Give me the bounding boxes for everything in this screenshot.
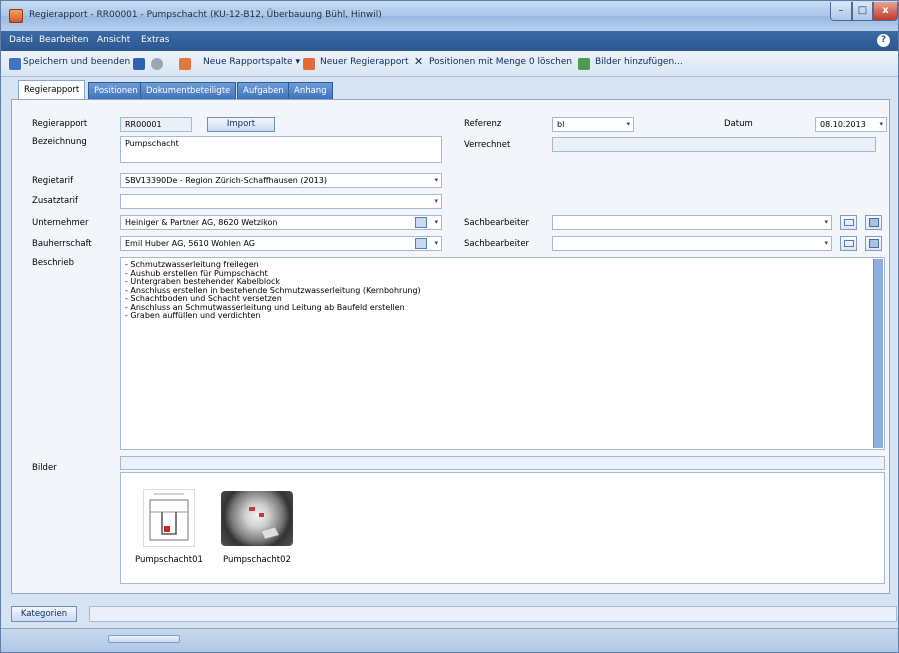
kategorien-field[interactable]	[89, 606, 897, 622]
menu-datei[interactable]: Datei	[9, 35, 33, 45]
save-icon[interactable]	[133, 58, 145, 70]
bauherrschaft-value: Emil Huber AG, 5610 Wohlen AG	[125, 239, 255, 248]
tab-positionen[interactable]: Positionen	[88, 82, 144, 99]
phone-button[interactable]	[865, 215, 882, 230]
pumpschacht01-thumbnail[interactable]	[143, 489, 195, 547]
address-book-icon[interactable]	[415, 238, 427, 249]
delete-zero-button[interactable]: Positionen mit Menge 0 löschen	[429, 57, 572, 67]
unternehmer-value: Heiniger & Partner AG, 8620 Wetzikon	[125, 218, 278, 227]
tab-dokumentbeteiligte[interactable]: Dokumentbeteiligte	[140, 82, 237, 99]
save-close-button[interactable]: Speichern und beenden	[23, 57, 130, 67]
minimize-button[interactable]: –	[830, 2, 852, 21]
chevron-down-icon[interactable]: ▾	[824, 216, 828, 229]
images-panel: Pumpschacht01 Pumpschacht02	[120, 472, 885, 584]
referenz-value: bl	[557, 120, 565, 129]
chevron-down-icon[interactable]: ▾	[434, 195, 438, 208]
beschrieb-line: - Graben auffüllen und verdichten	[125, 311, 261, 320]
chevron-down-icon[interactable]: ▾	[434, 237, 438, 250]
unternehmer-label: Unternehmer	[32, 218, 89, 228]
regierapport-panel: Regierapport RR00001 Import Referenz bl ▾…	[11, 99, 890, 594]
regietarif-select[interactable]: SBV13390De - Region Zürich-Schaffhausen …	[120, 173, 442, 188]
images-header	[120, 456, 885, 470]
bezeichnung-label: Bezeichnung	[32, 137, 87, 147]
phone-icon	[869, 218, 879, 227]
window-title: Regierapport - RR00001 - Pumpschacht (KU…	[29, 10, 382, 20]
add-images-button[interactable]: Bilder hinzufügen...	[595, 57, 683, 67]
regietarif-label: Regietarif	[32, 176, 74, 186]
tab-anhang[interactable]: Anhang	[288, 82, 333, 99]
datum-label: Datum	[724, 119, 753, 129]
new-report-button[interactable]: Neuer Regierapport	[320, 57, 409, 67]
datum-value: 08.10.2013	[820, 120, 866, 129]
application-window: Regierapport - RR00001 - Pumpschacht (KU…	[0, 0, 899, 653]
calendar-dropdown-icon[interactable]: ▾	[879, 118, 883, 131]
categories-bar: Kategorien	[1, 604, 898, 624]
menu-bearbeiten[interactable]: Bearbeiten	[39, 35, 88, 45]
horizontal-scrollbar-thumb[interactable]	[108, 635, 180, 643]
referenz-select[interactable]: bl ▾	[552, 117, 634, 132]
regietarif-value: SBV13390De - Region Zürich-Schaffhausen …	[125, 176, 327, 185]
zusatztarif-label: Zusatztarif	[32, 196, 79, 206]
image-caption-1: Pumpschacht01	[135, 555, 203, 565]
tab-bar: Regierapport Positionen Dokumentbeteilig…	[1, 77, 898, 99]
beschrieb-textarea[interactable]: - Schmutzwasserleitung freilegen - Aushu…	[120, 257, 885, 450]
title-bar[interactable]: Regierapport - RR00001 - Pumpschacht (KU…	[1, 1, 898, 31]
sachbearbeiter-select-2[interactable]: ▾	[552, 236, 832, 251]
email-button[interactable]	[840, 215, 857, 230]
datum-field[interactable]: 08.10.2013 ▾	[815, 117, 887, 132]
sachbearbeiter-label: Sachbearbeiter	[464, 218, 530, 228]
unternehmer-select[interactable]: Heiniger & Partner AG, 8620 Wetzikon ▾	[120, 215, 442, 230]
tab-regierapport[interactable]: Regierapport	[18, 80, 86, 99]
address-book-icon[interactable]	[415, 217, 427, 228]
mail-icon	[844, 240, 854, 247]
status-bar	[1, 628, 898, 652]
regierapport-label: Regierapport	[32, 119, 88, 129]
close-button[interactable]: x	[873, 2, 898, 21]
pumpschacht02-thumbnail[interactable]	[221, 491, 293, 546]
import-button[interactable]: Import	[207, 117, 275, 132]
menu-bar: Datei Bearbeiten Ansicht Extras ?	[1, 31, 898, 51]
verrechnet-label: Verrechnet	[464, 140, 511, 150]
mail-icon	[844, 219, 854, 226]
referenz-label: Referenz	[464, 119, 502, 129]
bauherrschaft-label: Bauherrschaft	[32, 239, 92, 249]
sachbearbeiter-label-2: Sachbearbeiter	[464, 239, 530, 249]
vertical-scrollbar[interactable]	[873, 259, 883, 448]
chevron-down-icon[interactable]: ▾	[626, 118, 630, 131]
menu-extras[interactable]: Extras	[141, 35, 169, 45]
bilder-label: Bilder	[32, 463, 57, 473]
regierapport-field[interactable]: RR00001	[120, 117, 192, 132]
tab-aufgaben[interactable]: Aufgaben	[237, 82, 290, 99]
sachbearbeiter-select[interactable]: ▾	[552, 215, 832, 230]
new-column-button[interactable]: Neue Rapportspalte ▾	[203, 57, 300, 67]
phone-icon	[869, 239, 879, 248]
bauherrschaft-select[interactable]: Emil Huber AG, 5610 Wohlen AG ▾	[120, 236, 442, 251]
maximize-button[interactable]: □	[852, 2, 873, 21]
menu-ansicht[interactable]: Ansicht	[97, 35, 130, 45]
zusatztarif-select[interactable]: ▾	[120, 194, 442, 209]
delete-icon: ✕	[414, 55, 424, 68]
email-button-2[interactable]	[840, 236, 857, 251]
column-icon	[179, 58, 191, 70]
save-close-icon	[9, 58, 21, 70]
verrechnet-field[interactable]	[552, 137, 876, 152]
app-icon	[9, 9, 23, 23]
shaft-photo	[249, 507, 280, 540]
chevron-down-icon[interactable]: ▾	[824, 237, 828, 250]
toolbar: Speichern und beenden Neue Rapportspalte…	[1, 51, 898, 77]
add-images-icon	[578, 58, 590, 70]
print-icon[interactable]	[151, 58, 163, 70]
image-caption-2: Pumpschacht02	[223, 555, 291, 565]
kategorien-button[interactable]: Kategorien	[11, 606, 77, 622]
help-icon[interactable]: ?	[877, 34, 890, 47]
beschrieb-label: Beschrieb	[32, 258, 75, 268]
bezeichnung-field[interactable]: Pumpschacht	[120, 136, 442, 163]
chevron-down-icon[interactable]: ▾	[434, 216, 438, 229]
new-report-icon	[303, 58, 315, 70]
schematic-drawing	[149, 493, 189, 541]
chevron-down-icon[interactable]: ▾	[434, 174, 438, 187]
phone-button-2[interactable]	[865, 236, 882, 251]
